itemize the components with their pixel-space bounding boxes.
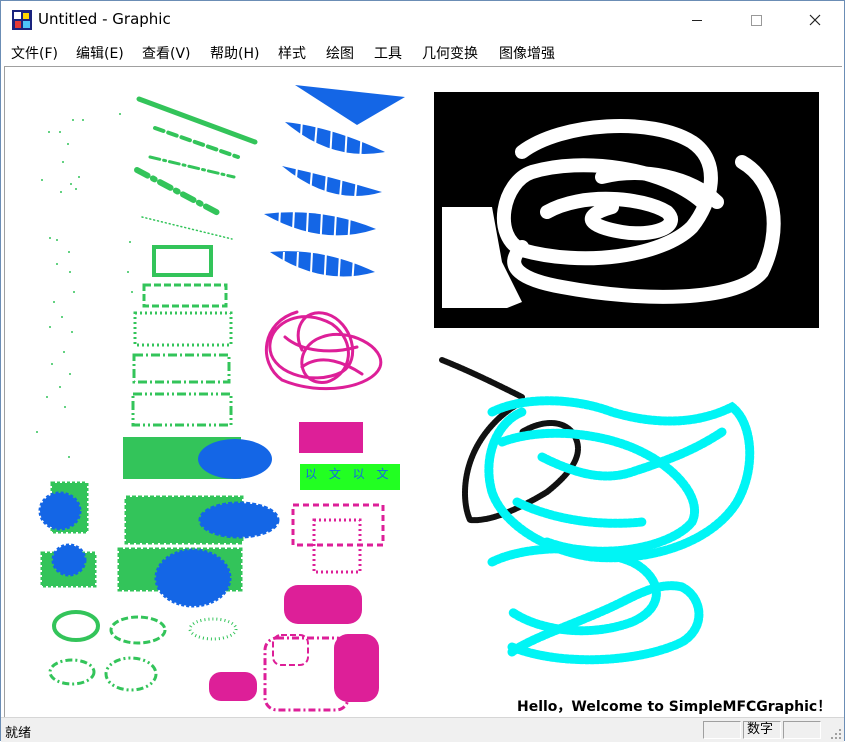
minimize-icon (692, 19, 702, 21)
minimize-button[interactable] (674, 1, 720, 39)
menu-edit[interactable]: 编辑(E) (76, 43, 124, 63)
status-ready-text: 就绪 (5, 726, 32, 741)
drawing-canvas[interactable]: 以 文 以 文 Hello，Welcome to SimpleMFCGraphi… (4, 66, 842, 717)
close-button[interactable] (792, 1, 838, 39)
line-style-samples (134, 96, 258, 240)
ellipse-style-samples (48, 610, 238, 692)
close-icon (809, 14, 821, 26)
filled-rect-magenta (299, 422, 363, 453)
magenta-dash-rects (291, 503, 385, 574)
menu-view[interactable]: 查看(V) (142, 43, 191, 63)
menu-image-enhance[interactable]: 图像增强 (499, 43, 555, 63)
app-mfc-icon (12, 10, 32, 30)
bitmap-image-region (434, 92, 819, 328)
menu-file[interactable]: 文件(F) (11, 43, 58, 63)
status-pane-scroll (783, 721, 821, 739)
rounded-rect-samples (209, 585, 379, 712)
menu-tools[interactable]: 工具 (374, 43, 402, 63)
maximize-icon (750, 14, 762, 26)
canvas-drawing-surface[interactable]: 以 文 以 文 (5, 67, 842, 717)
text-brush-sample: 以 文 以 文 (300, 464, 400, 490)
freehand-scribble-magenta (265, 310, 383, 391)
maximize-button[interactable] (733, 1, 779, 39)
dot-scatter-left (36, 113, 133, 458)
freehand-scribble-cyan (484, 396, 755, 665)
menu-geometric-transform[interactable]: 几何变换 (422, 43, 478, 63)
status-pane-numlock: 数字 (743, 721, 781, 739)
welcome-text: Hello，Welcome to SimpleMFCGraphic！ (517, 699, 832, 715)
window-title: Untitled - Graphic (38, 10, 171, 28)
menu-bar: 文件(F) 编辑(E) 查看(V) 帮助(H) 样式 绘图 工具 几何变换 图像… (1, 39, 844, 65)
menu-help[interactable]: 帮助(H) (210, 43, 259, 63)
title-bar[interactable]: Untitled - Graphic (1, 1, 844, 39)
menu-style[interactable]: 样式 (278, 43, 306, 63)
status-pane-caps (703, 721, 741, 739)
rectangle-style-samples (131, 245, 233, 427)
filled-shape-samples (38, 437, 280, 608)
resize-grip-icon[interactable] (830, 728, 842, 740)
status-bar: 就绪 数字 (1, 717, 844, 742)
cjk-sample-text: 以 文 以 文 (305, 466, 392, 481)
app-window: Untitled - Graphic 文件(F) 编辑(E) 查看(V) 帮助(… (0, 0, 845, 742)
menu-draw[interactable]: 绘图 (326, 43, 354, 63)
